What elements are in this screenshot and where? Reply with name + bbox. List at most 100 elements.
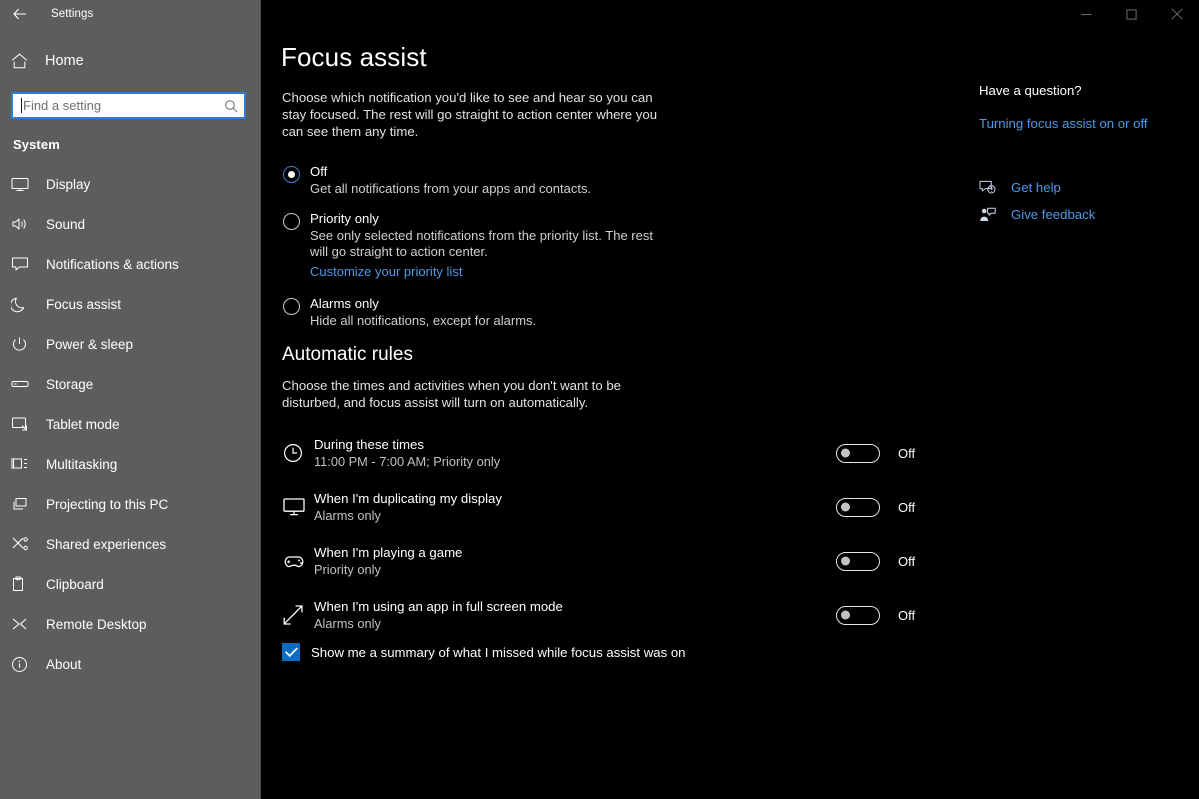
search-input[interactable] [23,98,223,113]
focus-mode-radio-group: Off Get all notifications from your apps… [282,163,682,329]
sidebar-item-power-sleep[interactable]: Power & sleep [0,324,260,364]
search-box[interactable] [11,92,246,119]
clock-icon [280,442,314,464]
moon-icon [11,296,39,313]
sidebar-section-label: System [13,137,60,152]
radio-mark[interactable] [283,212,300,230]
sidebar-item-label: Remote Desktop [46,616,147,632]
text-caret [21,98,22,113]
rule-fullscreen-app[interactable]: When I'm using an app in full screen mod… [280,588,915,642]
share-icon [11,536,39,552]
rule-text: When I'm playing a game Priority only [314,544,680,578]
help-rail: Have a question? Turning focus assist on… [979,83,1194,228]
give-feedback-action[interactable]: Give feedback [979,201,1194,228]
help-article-link[interactable]: Turning focus assist on or off [979,116,1194,131]
radio-description: Get all notifications from your apps and… [310,181,592,196]
power-icon [11,336,39,353]
sidebar-item-label: Tablet mode [46,416,120,432]
search-container [11,92,246,119]
rule-title: When I'm using an app in full screen mod… [314,599,563,614]
sidebar-item-label: Shared experiences [46,536,167,552]
tablet-icon [11,416,39,432]
sidebar-header: Settings [0,0,260,28]
clipboard-icon [11,576,39,593]
sidebar-item-display[interactable]: Display [0,164,260,204]
sidebar-nav-list: Display Sound Notifications & actions Fo… [0,164,260,684]
rule-title: During these times [314,437,424,452]
close-icon [1170,8,1183,20]
rule-subtitle: Alarms only [314,508,381,523]
page-description: Choose which notification you'd like to … [282,90,658,139]
summary-checkbox-label: Show me a summary of what I missed while… [311,644,686,660]
rule-duplicating-display[interactable]: When I'm duplicating my display Alarms o… [280,480,915,534]
radio-description: Hide all notifications, except for alarm… [310,312,537,328]
rule-playing-game[interactable]: When I'm playing a game Priority only Of… [280,534,915,588]
sidebar-item-projecting[interactable]: Projecting to this PC [0,484,260,524]
close-button[interactable] [1154,0,1199,28]
maximize-icon [1126,8,1137,20]
help-rail-title: Have a question? [979,83,1082,98]
sidebar-item-label: Sound [46,216,86,232]
navigation-sidebar: Settings Home System [0,0,261,799]
sidebar-item-shared-experiences[interactable]: Shared experiences [0,524,260,564]
toggle-state-label: Off [898,553,916,569]
radio-option-alarms-only[interactable]: Alarms only Hide all notifications, exce… [282,295,682,330]
rule-subtitle: Alarms only [314,616,381,631]
toggle-switch[interactable] [836,497,880,517]
sidebar-item-label: Clipboard [46,576,104,592]
get-help-action[interactable]: Get help [979,174,1194,201]
rule-title: When I'm duplicating my display [314,491,502,506]
rule-subtitle: Priority only [314,562,381,577]
main-content: Focus assist Choose which notification y… [262,0,1199,799]
sidebar-item-label: Power & sleep [46,336,134,352]
help-rail-actions: Get help Give feedback [979,174,1194,228]
radio-option-off[interactable]: Off Get all notifications from your apps… [282,163,682,198]
rule-during-these-times[interactable]: During these times 11:00 PM - 7:00 AM; P… [280,426,915,480]
sidebar-item-home[interactable]: Home [0,44,260,78]
home-icon [11,53,39,69]
app-title: Settings [51,8,94,20]
rule-title: When I'm playing a game [314,545,463,560]
info-icon [11,656,39,673]
toggle-switch[interactable] [836,605,880,625]
radio-mark[interactable] [283,297,300,315]
sidebar-item-sound[interactable]: Sound [0,204,260,244]
rule-text: When I'm using an app in full screen mod… [314,598,680,632]
feedback-person-icon [979,207,1003,222]
fullscreen-arrows-icon [280,604,314,626]
sidebar-item-tablet-mode[interactable]: Tablet mode [0,404,260,444]
customize-priority-list-link[interactable]: Customize your priority list [310,263,462,280]
sidebar-item-notifications[interactable]: Notifications & actions [0,244,260,284]
rule-text: When I'm duplicating my display Alarms o… [314,490,680,524]
toggle-knob [841,502,850,512]
monitor-icon [11,177,39,192]
question-bubble-icon [979,180,1003,195]
radio-mark-selected[interactable] [283,166,300,183]
summary-checkbox-row[interactable]: Show me a summary of what I missed while… [282,643,686,661]
toggle-switch[interactable] [836,551,880,571]
toggle-state-label: Off [898,499,916,515]
monitor-icon [280,497,314,517]
sidebar-item-label: About [46,656,82,672]
toggle-switch[interactable] [836,443,880,463]
minimize-button[interactable] [1064,0,1109,28]
sidebar-item-focus-assist[interactable]: Focus assist [0,284,260,324]
window-controls [1064,0,1199,28]
sidebar-item-storage[interactable]: Storage [0,364,260,404]
chat-bubble-icon [11,256,39,272]
search-icon[interactable] [223,99,239,113]
sidebar-item-multitasking[interactable]: Multitasking [0,444,260,484]
get-help-label: Get help [1011,180,1061,195]
page-title: Focus assist [281,42,427,72]
sidebar-item-remote-desktop[interactable]: Remote Desktop [0,604,260,644]
sidebar-item-clipboard[interactable]: Clipboard [0,564,260,604]
toggle-state-label: Off [898,607,916,623]
radio-option-priority-only[interactable]: Priority only See only selected notifica… [282,210,682,281]
sidebar-item-about[interactable]: About [0,644,260,684]
summary-checkbox[interactable] [282,643,300,661]
sidebar-item-label: Focus assist [46,296,122,312]
automatic-rules-title: Automatic rules [282,344,413,365]
back-button[interactable] [6,1,34,27]
rule-toggle-group: Off [836,497,916,517]
maximize-button[interactable] [1109,0,1154,28]
